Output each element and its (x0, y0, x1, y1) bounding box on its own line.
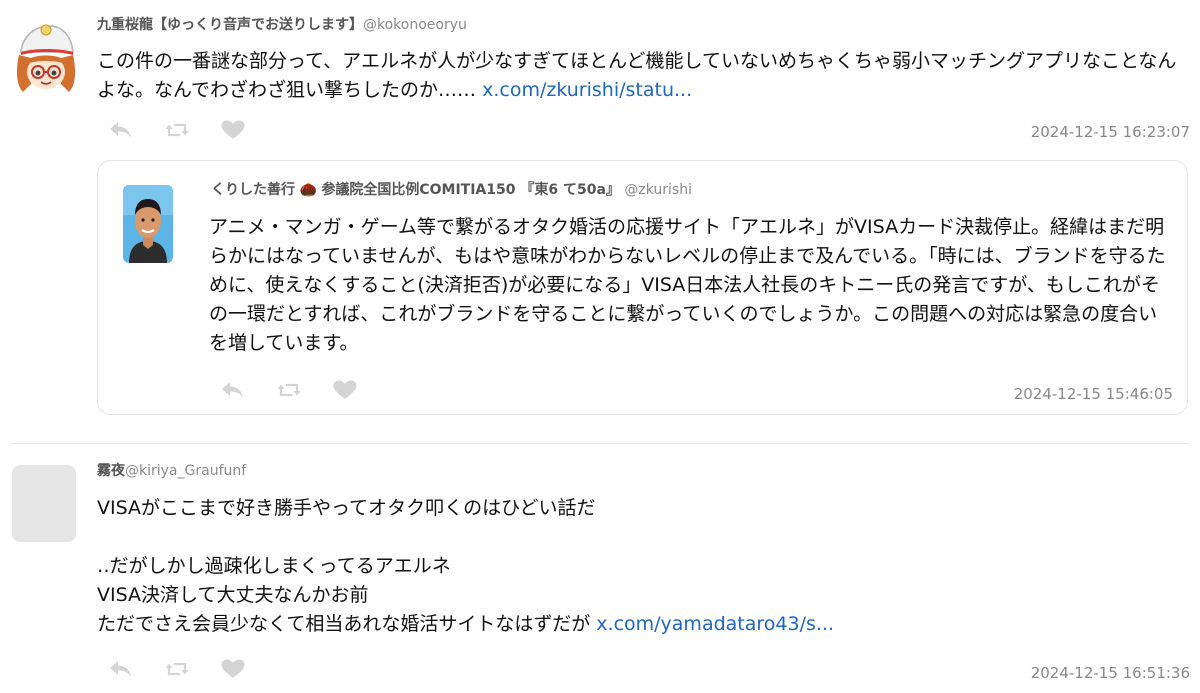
post-timestamp[interactable]: 2024-12-15 16:51:36 (1031, 663, 1190, 683)
reply-icon[interactable] (108, 119, 134, 141)
retweet-icon[interactable] (276, 379, 302, 401)
content-line: ‥だがしかし過疎化しまくってるアエルネ (97, 555, 451, 577)
reply-icon[interactable] (108, 658, 134, 680)
post-actions (108, 657, 246, 681)
quoted-author-line: くりした善行 🌰 参議院全国比例COMITIA150 『東6 て50a』 @zk… (211, 181, 692, 199)
post-link[interactable]: x.com/zkurishi/statu... (482, 79, 692, 101)
content-line (97, 523, 1187, 552)
author-line: 霧夜@kiriya_Graufunf (97, 462, 246, 480)
person-photo-avatar-icon[interactable] (123, 185, 173, 263)
heart-icon[interactable] (332, 379, 358, 401)
yukkuri-avatar-icon[interactable] (13, 22, 79, 94)
quoted-display-name[interactable]: くりした善行 (211, 182, 295, 198)
quoted-name-suffix[interactable]: 参議院全国比例COMITIA150 『東6 て50a』 (321, 182, 620, 198)
quoted-content: アニメ・マンガ・ゲーム等で繋がるオタク婚活の応援サイト「アエルネ」がVISAカー… (209, 213, 1169, 358)
quoted-text: アニメ・マンガ・ゲーム等で繋がるオタク婚活の応援サイト「アエルネ」がVISAカー… (209, 216, 1166, 354)
post-actions (108, 118, 246, 142)
post-content: VISAがここまで好き勝手やってオタク叩くのはひどい話だ ‥だがしかし過疎化しま… (97, 494, 1187, 639)
retweet-icon[interactable] (164, 119, 190, 141)
display-name[interactable]: 九重桜龍【ゆっくり音声でお送りします】 (97, 17, 363, 33)
content-line-with-link: ただでさえ会員少なくて相当あれな婚活サイトなはずだが x.com/yamadat… (97, 610, 1187, 639)
retweet-icon[interactable] (164, 658, 190, 680)
quoted-actions (220, 378, 358, 402)
placeholder-avatar-icon[interactable] (12, 465, 76, 542)
reply-icon[interactable] (220, 379, 246, 401)
quoted-post-card[interactable]: くりした善行 🌰 参議院全国比例COMITIA150 『東6 て50a』 @zk… (97, 160, 1188, 415)
content-line: ただでさえ会員少なくて相当あれな婚活サイトなはずだが (97, 613, 597, 635)
content-line: VISAがここまで好き勝手やってオタク叩くのはひどい話だ (97, 497, 596, 519)
handle[interactable]: @kiriya_Graufunf (125, 463, 246, 479)
content-line: VISA決済して大丈夫なんかお前 (97, 584, 369, 606)
display-name[interactable]: 霧夜 (97, 463, 125, 479)
quoted-timestamp[interactable]: 2024-12-15 15:46:05 (1014, 384, 1173, 404)
heart-icon[interactable] (220, 119, 246, 141)
post-timestamp[interactable]: 2024-12-15 16:23:07 (1031, 122, 1190, 142)
author-line: 九重桜龍【ゆっくり音声でお送りします】@kokonoeoryu (97, 16, 467, 34)
post-link[interactable]: x.com/yamadataro43/s... (596, 613, 834, 635)
chestnut-icon: 🌰 (299, 182, 317, 198)
post-divider (10, 443, 1190, 444)
heart-icon[interactable] (220, 658, 246, 680)
quoted-handle[interactable]: @zkurishi (624, 182, 692, 198)
handle[interactable]: @kokonoeoryu (363, 17, 467, 33)
post-content: この件の一番謎な部分って、アエルネが人が少なすぎてほとんど機能していないめちゃく… (97, 47, 1187, 105)
